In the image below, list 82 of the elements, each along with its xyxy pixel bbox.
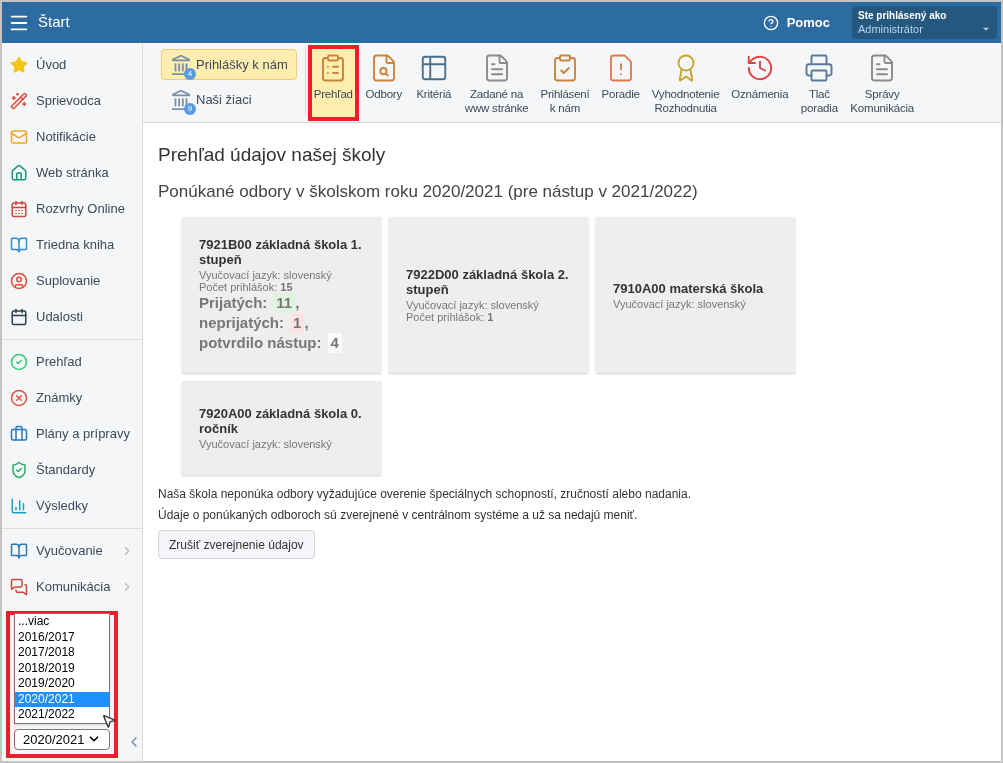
dropdown-option[interactable]: 2019/2020 (15, 676, 109, 692)
count-badge: 4 (184, 67, 196, 80)
dropdown-option[interactable]: 2016/2017 (15, 629, 109, 645)
toolbar-button[interactable]: Tlač poradia (794, 45, 845, 121)
application-count: Počet prihlášok: 1 (406, 311, 495, 323)
section-heading: Ponúkané odbory v školskom roku 2020/2021 (pre nástup v 2021/2022) (158, 181, 699, 203)
building-icon (170, 53, 192, 76)
toolbar-button[interactable]: Zadané na www stránke (458, 45, 535, 121)
page-title: Štart (38, 12, 71, 33)
course-language: Vyučovací jazyk: slovenský (406, 299, 540, 311)
dropdown-option[interactable]: 2018/2019 (15, 660, 109, 676)
toolbar-button[interactable]: Správy Komunikácia (844, 45, 920, 121)
application-count: Počet prihlášok: 15 (199, 281, 294, 293)
stat-value: 1 (290, 313, 305, 333)
sidebar-item[interactable]: Štandardy (2, 452, 142, 488)
stat-separator: , (295, 293, 300, 313)
user-menu[interactable]: Ste prihlásený ako Administrátor (852, 6, 997, 39)
info-text: Údaje o ponúkaných odboroch sú zverejnené v centrálnom systéme a už sa nedajú meniť. (158, 508, 639, 522)
calendar-icon (10, 200, 28, 218)
building-icon (170, 88, 192, 111)
count-badge: 9 (184, 102, 196, 115)
user-name: Administrátor (858, 21, 923, 36)
sidebar-item[interactable]: Sprievodca (2, 83, 142, 119)
sidebar-item[interactable]: Vyučovanie (2, 533, 142, 569)
sidebar-item[interactable]: Prehľad (2, 344, 142, 380)
sidebar-item[interactable]: Suplovanie (2, 263, 142, 299)
chat-icon (10, 578, 28, 596)
sidebar-item[interactable]: Udalosti (2, 299, 142, 335)
unpublish-button[interactable]: Zrušiť zverejnenie údajov (158, 530, 315, 559)
sidebar-item[interactable]: Plány a prípravy (2, 416, 142, 452)
dropdown-option[interactable]: 2017/2018 (15, 645, 109, 661)
sidebar-item[interactable]: Známky (2, 380, 142, 416)
course-title: 7921B00 základná škola 1. stupeň (199, 237, 363, 267)
shield-icon (10, 461, 28, 479)
book-icon (10, 236, 28, 254)
star-icon (10, 56, 28, 74)
stat-value: 11 (273, 293, 296, 313)
stat-label: potvrdilo nástup: (199, 333, 322, 353)
toolbar-button[interactable]: Prihlásení k nám (534, 45, 596, 121)
course-title: 7920A00 základná škola 0. ročník (199, 406, 363, 436)
printer-icon (804, 53, 835, 83)
toolbar-button[interactable]: Prehľad (307, 45, 359, 121)
user-caption: Ste prihlásený ako (858, 9, 947, 22)
course-title: 7910A00 materská škola (613, 280, 765, 296)
circle-icon (10, 389, 28, 407)
toolbar-button[interactable]: Oznámenia (725, 45, 795, 121)
sidebar-item[interactable]: Rozvrhy Online (2, 191, 142, 227)
help-link[interactable]: Pomoc (786, 12, 830, 33)
house-icon (10, 164, 28, 182)
sidebar-item[interactable]: Úvod (2, 47, 142, 83)
help-icon[interactable] (762, 14, 779, 31)
stat-separator: , (304, 313, 309, 333)
sidebar-item[interactable]: Komunikácia (2, 569, 142, 605)
course-language: Vyučovací jazyk: slovenský (199, 438, 333, 450)
stat-label: neprijatých: (199, 313, 285, 333)
course-title: 7922D00 základná škola 2. stupeň (406, 267, 570, 297)
toolbar-button[interactable]: Kritériá (408, 45, 459, 121)
sidebar-item[interactable]: Výsledky (2, 488, 142, 524)
year-select[interactable]: 2020/2021 (14, 728, 110, 750)
sidebar-item[interactable]: Notifikácie (2, 119, 142, 155)
toolbar-button[interactable]: Vyhodnotenie Rozhodnutia (645, 45, 726, 121)
page-heading: Prehľad údajov našej školy (158, 143, 387, 167)
open-book-icon (10, 542, 28, 560)
info-text: Naša škola neponúka odbory vyžadujúce overenie špeciálnych schopností, zručností alebo nadania. (158, 487, 692, 501)
bar-chart-icon (10, 497, 28, 515)
wand-icon (10, 92, 28, 110)
toolbar-button[interactable]: Poradie (595, 45, 646, 121)
stat-label: Prijatých: (199, 293, 268, 313)
mode-button[interactable]: 9 Naši žiaci (161, 84, 297, 115)
dropdown-option[interactable]: ...viac (15, 614, 109, 630)
briefcase-icon (10, 425, 28, 443)
course-language: Vyučovací jazyk: slovenský (199, 269, 333, 281)
stat-value: 4 (327, 333, 342, 353)
sidebar-item[interactable]: Triedna kniha (2, 227, 142, 263)
toolbar-button[interactable]: Odbory (358, 45, 409, 121)
course-language: Vyučovací jazyk: slovenský (613, 297, 747, 310)
calendar-icon (10, 308, 28, 326)
envelope-icon (10, 128, 28, 146)
check-circle-icon (10, 353, 28, 371)
mode-button[interactable]: 4 Prihlášky k nám (161, 49, 297, 80)
sidebar-item[interactable]: Web stránka (2, 155, 142, 191)
person-icon (10, 272, 28, 290)
